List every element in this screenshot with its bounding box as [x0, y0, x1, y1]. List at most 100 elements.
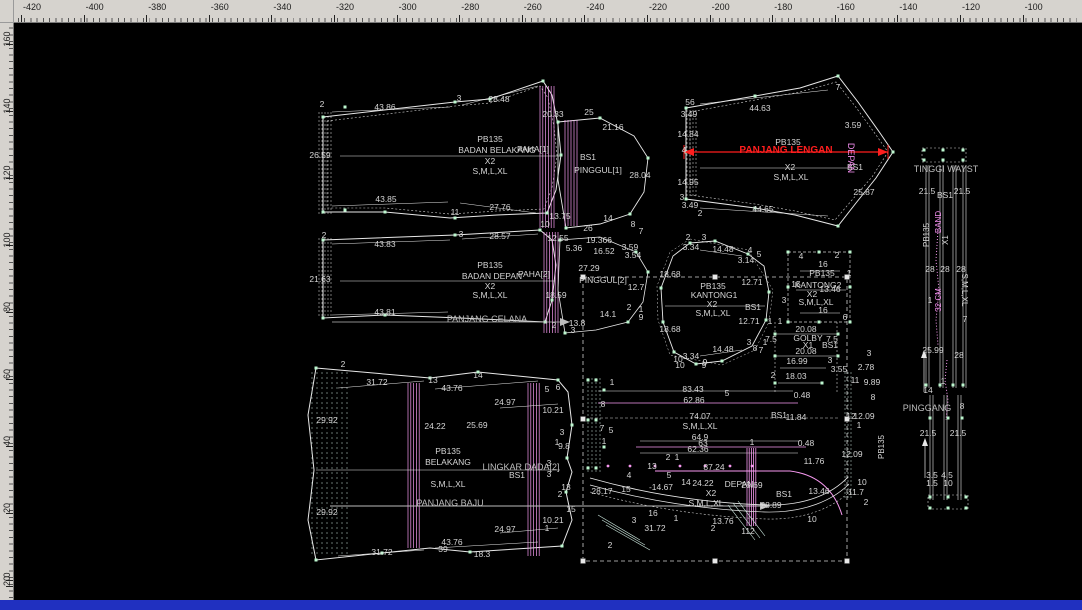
dimension-text: 0.48 — [798, 438, 815, 448]
bottom-bar — [0, 600, 1082, 610]
dimension-text: 25.69 — [741, 480, 763, 490]
ruler-tick — [522, 15, 523, 22]
dimension-text: 13.46 — [819, 284, 841, 294]
dimension-text: 2 — [552, 320, 557, 330]
dimension-text: 7 — [600, 423, 605, 433]
ruler-label: 60 — [2, 364, 12, 384]
pattern-node — [587, 379, 590, 382]
pattern-node — [384, 211, 387, 214]
pattern-node — [561, 545, 564, 548]
dimension-text: 6 — [556, 382, 561, 392]
selection-handle[interactable] — [713, 559, 718, 564]
pattern-node — [469, 551, 472, 554]
pattern-canvas[interactable]: 243.86328.4820.332521.1626.59PB135BADAN … — [0, 0, 1082, 610]
dimension-text: 8 — [871, 392, 876, 402]
piece-label: PB135 — [922, 222, 931, 247]
pattern-node — [557, 121, 560, 124]
dimension-text: 26 — [583, 223, 593, 233]
dimension-text: 5 — [609, 425, 614, 435]
ruler-label: 20 — [2, 571, 12, 591]
piece-label: PANJANG BAJU — [416, 498, 483, 508]
dimension-text: 2 — [666, 452, 671, 462]
dimension-text: 10 — [675, 360, 685, 370]
ruler-label: 20 — [2, 498, 12, 518]
ruler-tick — [6, 44, 13, 45]
dimension-text: 12.71 — [738, 316, 760, 326]
dimension-text: 31.72 — [644, 523, 666, 533]
dimension-text: 2 — [322, 230, 327, 240]
dimension-text: 3.54 — [625, 250, 642, 260]
pattern-node — [947, 417, 950, 420]
dimension-text: 26.59 — [309, 150, 331, 160]
pattern-node — [315, 559, 318, 562]
ruler-tick — [710, 15, 711, 22]
dimension-text: 3.49 — [681, 109, 698, 119]
pattern-node — [322, 116, 325, 119]
dimension-text: 3 — [457, 93, 462, 103]
dimension-text: 9 — [702, 360, 707, 370]
pattern-node — [947, 507, 950, 510]
piece-label: S,M,L,XL — [473, 166, 508, 176]
selection-handle[interactable] — [845, 559, 850, 564]
dimension-text: 2 — [698, 208, 703, 218]
ruler-label: 100 — [2, 230, 12, 250]
dimension-label-red: PANJANG LENGAN — [739, 145, 832, 156]
selection-handle[interactable] — [581, 417, 586, 422]
dimension-text: 1 — [941, 376, 946, 386]
dimension-text: 43.85 — [375, 194, 397, 204]
dimension-text: 14 — [473, 370, 483, 380]
dimension-text: 3.14 — [738, 255, 755, 265]
dimension-text: 2 — [711, 523, 716, 533]
dimension-text: 9 — [639, 312, 644, 322]
pattern-node — [837, 355, 840, 358]
horizontal-ruler[interactable]: -420-400-380-360-340-320-300-280-260-240… — [0, 0, 1082, 23]
dimension-text: 1 — [857, 420, 862, 430]
dimension-text: 24.22 — [692, 478, 714, 488]
piece-label: BS1 — [776, 489, 792, 499]
dimension-text: 16 — [648, 508, 658, 518]
piece-label: PANJANG CELANA — [447, 314, 527, 324]
ruler-tick — [835, 15, 836, 22]
pattern-node — [942, 159, 945, 162]
vertical-ruler[interactable]: 16014012010080604020020 — [0, 22, 14, 600]
dimension-text: 5 — [725, 388, 730, 398]
pattern-node — [962, 159, 965, 162]
piece-label: PB135 — [477, 134, 503, 144]
dimension-text: 3 — [782, 295, 787, 305]
piece-label: BELAKANG — [425, 457, 471, 467]
dimension-text: 43.76 — [441, 383, 463, 393]
dimension-text: 12.55 — [547, 233, 569, 243]
dimension-text: 28.17 — [591, 486, 613, 496]
dimension-text: 14 — [923, 385, 933, 395]
pattern-node — [454, 234, 457, 237]
dimension-text: 5 — [667, 470, 672, 480]
dimension-text: 2 — [341, 359, 346, 369]
dimension-text: 14.1 — [600, 309, 617, 319]
piece-label: BS1 — [822, 340, 838, 350]
piece-label: BADAN DEPAN — [462, 271, 522, 281]
dimension-text: 21.16 — [602, 122, 624, 132]
dim-line — [700, 90, 828, 104]
pattern-node — [947, 496, 950, 499]
dimension-text: 43.86 — [374, 102, 396, 112]
dimension-text: 16 — [818, 305, 828, 315]
pattern-node — [818, 321, 821, 324]
dimension-text: 20.08 — [795, 346, 817, 356]
dimension-text: 28 — [925, 264, 935, 274]
dimension-text: 28 — [954, 350, 964, 360]
ruler-tick — [6, 312, 13, 313]
pattern-node — [929, 496, 932, 499]
pattern-node — [942, 149, 945, 152]
ruler-tick — [6, 178, 13, 179]
pattern-node — [647, 157, 650, 160]
dimension-text: 2 — [608, 540, 613, 550]
selection-handle[interactable] — [713, 275, 718, 280]
ruler-tick — [146, 15, 147, 22]
dimension-text: 62.86 — [683, 395, 705, 405]
dimension-text: 10 — [857, 477, 867, 487]
pattern-node — [721, 360, 724, 363]
dimension-text: 11.76 — [804, 456, 825, 466]
selection-handle[interactable] — [581, 559, 586, 564]
dimension-text: 3.49 — [682, 200, 699, 210]
dimension-text: 4 — [682, 145, 687, 155]
